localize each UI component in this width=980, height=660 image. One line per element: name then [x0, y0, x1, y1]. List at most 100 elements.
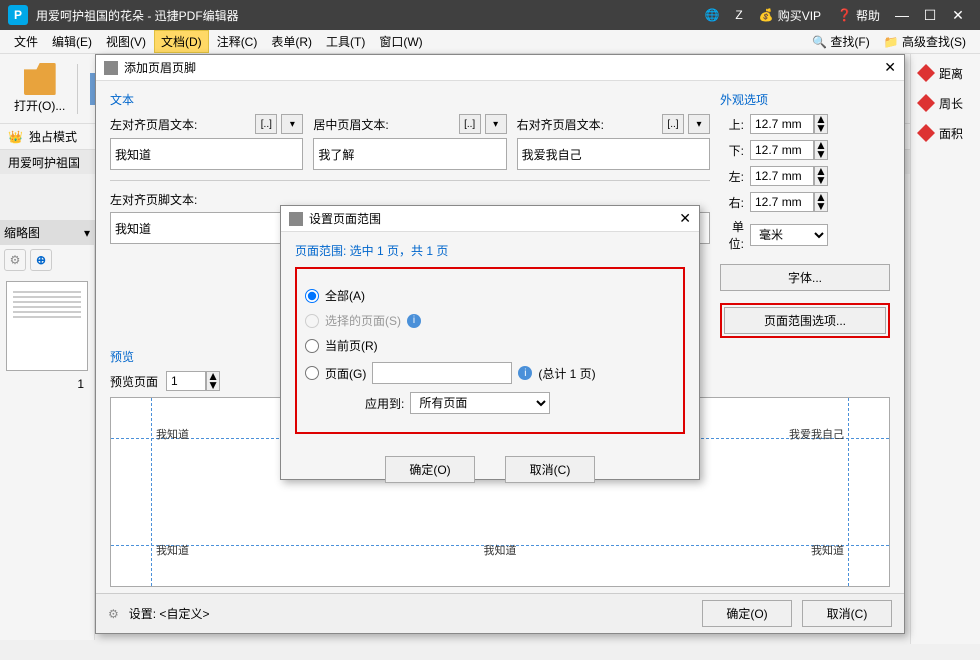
settings-label[interactable]: 设置: <自定义> [129, 605, 210, 622]
dialog-footer: ⚙ 设置: <自定义> 确定(O) 取消(C) [96, 593, 904, 633]
margin-left-input[interactable] [750, 166, 814, 186]
help-button[interactable]: ❓ 帮助 [837, 7, 880, 24]
margin-right-spinner[interactable]: ▲▼ [814, 192, 828, 212]
center-header-dd2[interactable]: ▾ [485, 114, 507, 134]
menu-adv-search[interactable]: 📁 高级查找(S) [878, 31, 972, 52]
page-range-button[interactable]: 页面范围选项... [724, 307, 886, 334]
range-dialog-footer: 确定(O) 取消(C) [281, 444, 699, 495]
preview-page-input[interactable] [166, 371, 206, 391]
preview-right-header: 我爱我自己 [789, 426, 844, 442]
center-header-input[interactable] [313, 138, 506, 170]
font-button[interactable]: 字体... [720, 264, 890, 291]
document-tab[interactable]: 用爱呵护祖国 [8, 154, 80, 171]
right-header-dd[interactable]: [..] [662, 114, 684, 134]
unit-select[interactable]: 毫米 [750, 224, 828, 246]
close-button[interactable]: ✕ [944, 7, 972, 24]
cancel-button[interactable]: 取消(C) [802, 600, 892, 627]
preview-page-spinner[interactable]: ▲▼ [206, 371, 220, 391]
center-header-dd[interactable]: [..] [459, 114, 481, 134]
unit-label: 单位: [720, 218, 744, 252]
dialog-titlebar: 添加页眉页脚 ✕ [96, 55, 904, 81]
window-title: 用爱呵护祖国的花朵 - 迅捷PDF编辑器 [36, 7, 696, 24]
margin-top-label: 上: [720, 116, 744, 133]
radio-pages-label: 页面(G) [325, 365, 366, 382]
radio-all[interactable] [305, 289, 319, 303]
page-range-dialog: 设置页面范围 ✕ 页面范围: 选中 1 页，共 1 页 全部(A) 选择的页面(… [280, 205, 700, 480]
menu-file[interactable]: 文件 [8, 31, 44, 52]
open-button[interactable]: 打开(O)... [8, 61, 71, 116]
radio-current[interactable] [305, 339, 319, 353]
radio-pages[interactable] [305, 366, 319, 380]
thumbnail-add[interactable]: ⊕ [30, 249, 52, 271]
range-dialog-title: 设置页面范围 [309, 210, 381, 227]
text-section-title: 文本 [110, 91, 710, 108]
radio-all-label: 全部(A) [325, 287, 365, 304]
area-icon [917, 124, 935, 142]
margin-bottom-spinner[interactable]: ▲▼ [814, 140, 828, 160]
pages-input[interactable] [372, 362, 512, 384]
left-header-dd2[interactable]: ▾ [281, 114, 303, 134]
margin-top-input[interactable] [750, 114, 814, 134]
margin-top-spinner[interactable]: ▲▼ [814, 114, 828, 134]
menu-bar: 文件 编辑(E) 视图(V) 文档(D) 注释(C) 表单(R) 工具(T) 窗… [0, 30, 980, 54]
left-header-input[interactable] [110, 138, 303, 170]
range-options-box: 全部(A) 选择的页面(S)i 当前页(R) 页面(G)i(总计 1 页) 应用… [295, 267, 685, 434]
dialog-title: 添加页眉页脚 [124, 59, 196, 76]
preview-center-footer: 我知道 [484, 542, 517, 558]
distance-tool[interactable]: 距离 [915, 58, 976, 88]
thumbnail-header: 缩略图 ▾ [0, 220, 94, 245]
menu-form[interactable]: 表单(R) [265, 31, 318, 52]
range-ok-button[interactable]: 确定(O) [385, 456, 475, 483]
apply-select[interactable]: 所有页面 [410, 392, 550, 414]
range-dialog-close[interactable]: ✕ [679, 210, 691, 227]
left-header-dd[interactable]: [..] [255, 114, 277, 134]
perimeter-icon [917, 94, 935, 112]
appearance-title: 外观选项 [720, 91, 890, 108]
range-cancel-button[interactable]: 取消(C) [505, 456, 595, 483]
minimize-button[interactable]: — [888, 7, 916, 23]
preview-left-header: 我知道 [156, 426, 189, 442]
menu-search[interactable]: 🔍 查找(F) [806, 31, 876, 52]
right-header-dd2[interactable]: ▾ [688, 114, 710, 134]
radio-selected [305, 314, 319, 328]
dialog-icon [104, 61, 118, 75]
globe-icon[interactable]: 🌐 [704, 8, 719, 22]
folder-icon [24, 63, 56, 95]
range-dialog-titlebar: 设置页面范围 ✕ [281, 206, 699, 232]
right-header-input[interactable] [517, 138, 710, 170]
menu-window[interactable]: 窗口(W) [373, 31, 428, 52]
page-thumbnail[interactable] [6, 281, 88, 371]
left-header-label: 左对齐页眉文本: [110, 116, 251, 133]
radio-selected-label: 选择的页面(S) [325, 312, 401, 329]
total-pages-label: (总计 1 页) [538, 365, 595, 382]
menu-document[interactable]: 文档(D) [154, 30, 209, 53]
gear-icon[interactable]: ⚙ [108, 607, 119, 621]
info-icon[interactable]: i [407, 314, 421, 328]
crown-icon: 👑 [8, 130, 23, 144]
panel-menu-icon[interactable]: ▾ [84, 226, 90, 240]
thumbnail-settings[interactable]: ⚙ [4, 249, 26, 271]
ok-button[interactable]: 确定(O) [702, 600, 792, 627]
area-tool[interactable]: 面积 [915, 118, 976, 148]
user-label[interactable]: Z [735, 8, 742, 22]
menu-view[interactable]: 视图(V) [100, 31, 152, 52]
range-info: 页面范围: 选中 1 页，共 1 页 [295, 242, 685, 259]
preview-left-footer: 我知道 [156, 542, 189, 558]
vip-button[interactable]: 💰 购买VIP [759, 7, 821, 24]
range-dialog-icon [289, 212, 303, 226]
pages-info-icon[interactable]: i [518, 366, 532, 380]
margin-right-input[interactable] [750, 192, 814, 212]
perimeter-tool[interactable]: 周长 [915, 88, 976, 118]
menu-comment[interactable]: 注释(C) [211, 31, 264, 52]
exclusive-label[interactable]: 独占模式 [29, 128, 77, 145]
preview-page-label: 预览页面 [110, 373, 158, 390]
title-bar: P 用爱呵护祖国的花朵 - 迅捷PDF编辑器 🌐 Z 💰 购买VIP ❓ 帮助 … [0, 0, 980, 30]
maximize-button[interactable]: ☐ [916, 7, 944, 24]
menu-edit[interactable]: 编辑(E) [46, 31, 98, 52]
dialog-close-button[interactable]: ✕ [884, 59, 896, 76]
menu-tool[interactable]: 工具(T) [320, 31, 371, 52]
preview-right-footer: 我知道 [811, 542, 844, 558]
center-header-label: 居中页眉文本: [313, 116, 454, 133]
margin-bottom-input[interactable] [750, 140, 814, 160]
margin-left-spinner[interactable]: ▲▼ [814, 166, 828, 186]
